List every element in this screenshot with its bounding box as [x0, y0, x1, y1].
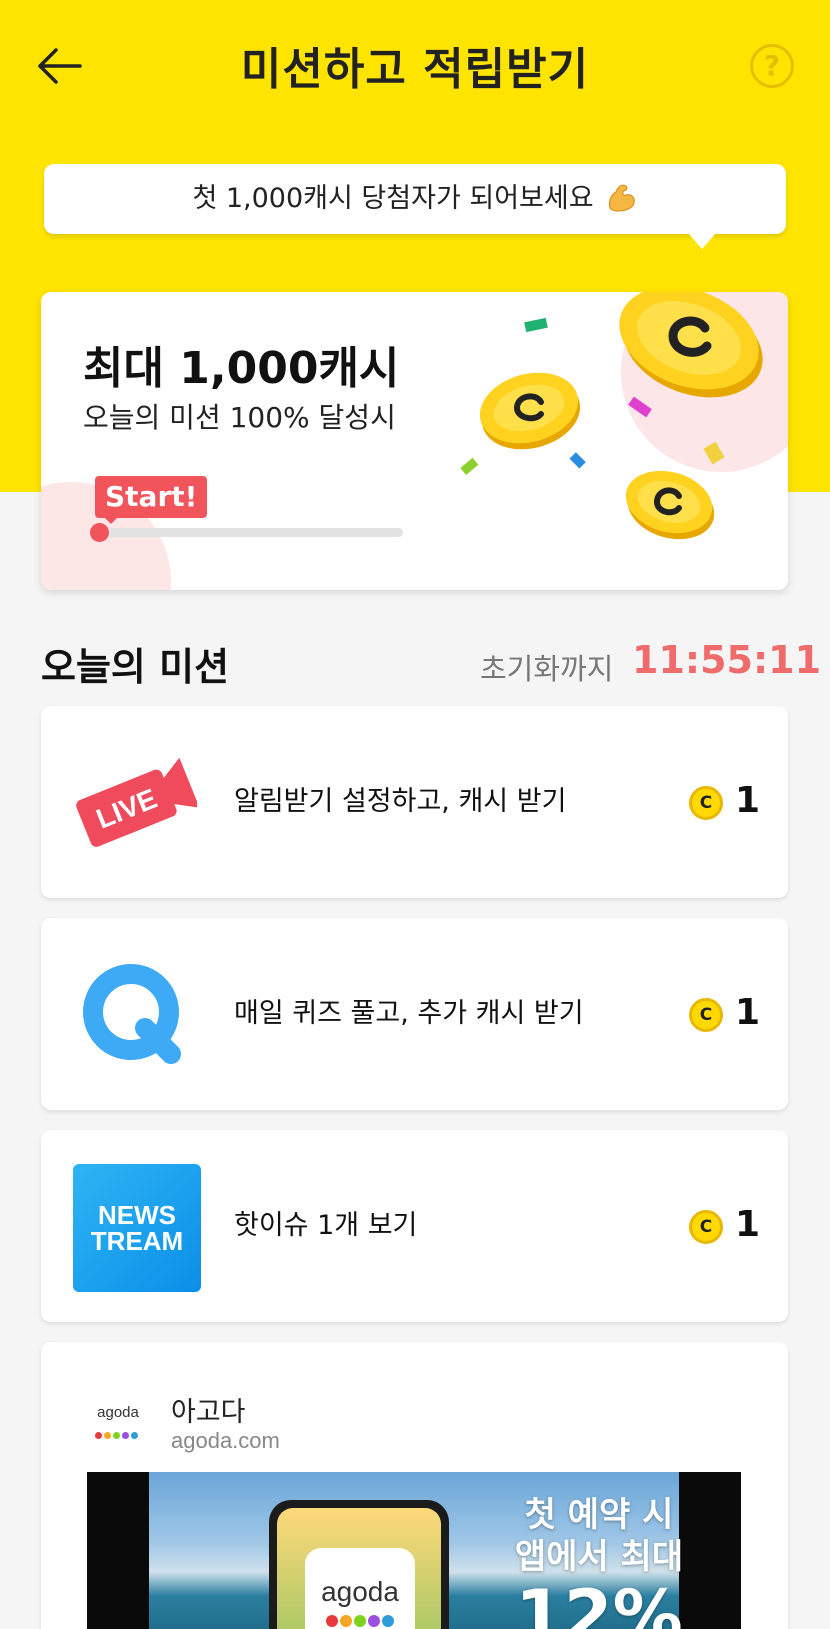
top-app-bar: 미션하고 적립받기 ?: [0, 0, 830, 130]
mission-card-notification[interactable]: LIVE 알림받기 설정하고, 캐시 받기 C 1: [41, 706, 788, 898]
mission-reward: 1: [735, 992, 761, 1033]
max-reward-title: 최대 1,000캐시: [83, 343, 400, 394]
mission-reward: 1: [735, 780, 761, 821]
agoda-dots-icon: [305, 1614, 415, 1629]
mission-label: 핫이슈 1개 보기: [234, 1210, 418, 1241]
max-reward-card: 최대 1,000캐시 오늘의 미션 100% 달성시 Start!: [41, 292, 788, 590]
sponsored-ad-card[interactable]: agoda 아고다 agoda.com agoda 첫 예약 시 앱에서 최대 …: [41, 1342, 788, 1629]
mission-reward: 1: [735, 1204, 761, 1245]
advertiser-url: agoda.com: [171, 1428, 280, 1453]
promo-bubble-text: 첫 1,000캐시 당첨자가 되어보세요: [192, 183, 594, 214]
cash-coin-icon: C: [689, 998, 723, 1032]
mission-progress-marker: [90, 523, 109, 542]
coin-medium: [479, 372, 581, 450]
start-badge-tail: [103, 516, 119, 524]
newstream-icon-line2: TREAM: [90, 1226, 184, 1256]
coin-large: [619, 292, 763, 398]
start-badge: Start!: [95, 476, 208, 518]
mission-progress-bar: [90, 523, 403, 542]
gold-coins-illustration: [461, 292, 763, 540]
mission-page: 미션하고 적립받기 ? 첫 1,000캐시 당첨자가 되어보세요 최대 1,00…: [0, 0, 830, 1629]
live-icon: LIVE: [76, 757, 197, 847]
advertiser-logo-text: agoda: [97, 1404, 139, 1421]
mission-card-quiz[interactable]: 매일 퀴즈 풀고, 추가 캐시 받기 C 1: [41, 918, 788, 1110]
help-icon[interactable]: ?: [750, 44, 794, 88]
ad-banner-line2: 앱에서 최대: [514, 1537, 684, 1577]
newstream-icon-line1: NEWS: [98, 1200, 176, 1230]
mission-card-news[interactable]: NEWS TREAM 핫이슈 1개 보기 C 1: [41, 1130, 788, 1322]
ad-banner-line3: 12%: [515, 1575, 683, 1629]
cash-coin-icon: C: [689, 786, 723, 820]
reset-countdown-timer: 11:55:11: [632, 638, 822, 682]
mission-label: 알림받기 설정하고, 캐시 받기: [234, 786, 567, 817]
agoda-app-icon: agoda: [305, 1548, 415, 1629]
mission-label: 매일 퀴즈 풀고, 추가 캐시 받기: [234, 998, 584, 1029]
ad-banner-line1: 첫 예약 시: [524, 1495, 674, 1535]
cash-coin-icon: C: [689, 1210, 723, 1244]
newstream-icon: NEWS TREAM: [73, 1164, 201, 1292]
quiz-q-icon: [83, 964, 181, 1064]
advertiser-logo: agoda: [91, 1404, 145, 1444]
phone-screen: agoda: [277, 1508, 441, 1629]
agoda-app-name: agoda: [321, 1576, 399, 1607]
max-reward-subtitle: 오늘의 미션 100% 달성시: [83, 401, 396, 434]
coin-small: [625, 470, 715, 540]
page-title: 미션하고 적립받기: [240, 44, 590, 95]
promo-bubble-tail: [688, 233, 716, 249]
flexed-biceps-icon: [608, 184, 635, 212]
ad-banner-image[interactable]: agoda 첫 예약 시 앱에서 최대 12%: [87, 1472, 741, 1629]
advertiser-name: 아고다: [171, 1397, 246, 1428]
reset-countdown-label: 초기화까지: [480, 652, 614, 686]
section-title: 오늘의 미션: [41, 645, 230, 689]
promo-bubble: 첫 1,000캐시 당첨자가 되어보세요: [44, 164, 786, 234]
ad-banner-copy: 첫 예약 시 앱에서 최대 12%: [479, 1494, 719, 1629]
phone-illustration: agoda: [269, 1500, 449, 1629]
ad-banner-scene: agoda 첫 예약 시 앱에서 최대 12%: [149, 1472, 683, 1629]
agoda-dots-icon: [95, 1424, 143, 1439]
